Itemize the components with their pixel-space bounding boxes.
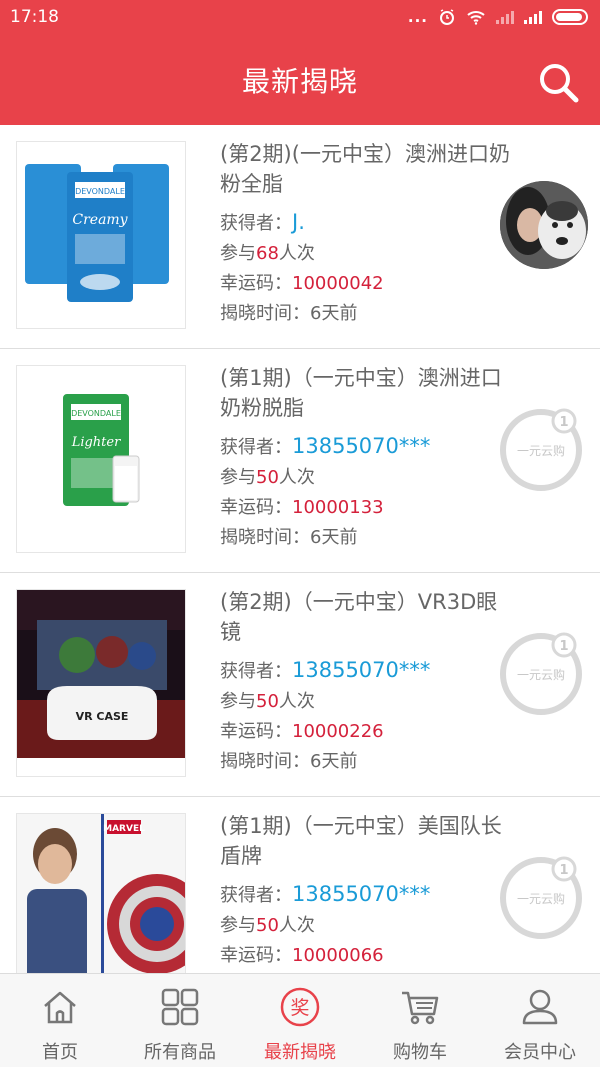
lucky-code: 10000226 bbox=[292, 721, 384, 742]
product-image[interactable]: VR CASE bbox=[16, 589, 186, 777]
svg-text:一元云购: 一元云购 bbox=[517, 891, 565, 906]
status-icons: ... bbox=[408, 8, 588, 26]
cart-icon bbox=[402, 991, 439, 1025]
winner-name[interactable]: J. bbox=[292, 210, 305, 234]
product-name-text: Lighter bbox=[71, 435, 121, 450]
participate-count: 50 bbox=[256, 691, 279, 712]
reveal-time-row: 揭晓时间：6天前 bbox=[220, 527, 358, 548]
lucky-code: 10000066 bbox=[292, 945, 384, 966]
product-brand-text: DEVONDALE bbox=[75, 187, 125, 196]
search-icon[interactable] bbox=[538, 62, 580, 104]
tab-label: 所有商品 bbox=[144, 1042, 216, 1063]
results-list: DEVONDALE Creamy (第2期)(一元中宝）澳洲进口奶粉全脂 获得者… bbox=[0, 125, 600, 973]
user-icon bbox=[522, 989, 558, 1025]
tab-member-center[interactable]: 会员中心 bbox=[480, 974, 600, 1067]
tab-label: 会员中心 bbox=[504, 1042, 576, 1063]
reveal-time-row: 揭晓时间：6天前 bbox=[220, 751, 358, 772]
tab-label: 购物车 bbox=[393, 1042, 447, 1063]
yiyuan-yungou-badge-icon: 1 一元云购 bbox=[500, 632, 582, 715]
participate-count: 50 bbox=[256, 467, 279, 488]
winner-avatar[interactable] bbox=[500, 181, 588, 269]
signal-sim2-icon bbox=[496, 10, 514, 24]
app-header: 最新揭晓 bbox=[0, 34, 600, 125]
tab-label: 最新揭晓 bbox=[264, 1042, 336, 1063]
reveal-time: 6天前 bbox=[310, 527, 358, 548]
item-title[interactable]: (第1期)（一元中宝）美国队长盾牌 bbox=[220, 811, 510, 871]
winner-row: 获得者：13855070*** bbox=[220, 434, 431, 458]
list-item[interactable]: DEVONDALE Creamy (第2期)(一元中宝）澳洲进口奶粉全脂 获得者… bbox=[0, 125, 600, 349]
product-image[interactable]: DEVONDALE Lighter bbox=[16, 365, 186, 553]
reveal-time-row: 揭晓时间：6天前 bbox=[220, 303, 358, 324]
product-brand-text: MARVEL bbox=[103, 824, 145, 834]
item-info: (第2期)(一元中宝）澳洲进口奶粉全脂 获得者：J. 参与68人次 幸运码：10… bbox=[220, 139, 510, 329]
svg-text:1: 1 bbox=[559, 415, 568, 430]
status-time: 17:18 bbox=[10, 7, 59, 27]
item-info: (第1期)（一元中宝）澳洲进口奶粉脱脂 获得者：13855070*** 参与50… bbox=[220, 363, 510, 553]
item-info: (第1期)（一元中宝）美国队长盾牌 获得者：13855070*** 参与50人次… bbox=[220, 811, 510, 971]
status-bar: 17:18 ... bbox=[0, 0, 600, 34]
svg-text:奖: 奖 bbox=[290, 997, 309, 1019]
page-title: 最新揭晓 bbox=[241, 64, 358, 98]
lucky-code-row: 幸运码：10000042 bbox=[220, 273, 384, 294]
winner-name[interactable]: 13855070*** bbox=[292, 434, 430, 458]
lucky-code-row: 幸运码：10000226 bbox=[220, 721, 384, 742]
battery-icon bbox=[552, 9, 588, 25]
winner-row: 获得者：13855070*** bbox=[220, 882, 431, 906]
winner-name[interactable]: 13855070*** bbox=[292, 882, 430, 906]
tab-latest-reveal[interactable]: 奖 最新揭晓 bbox=[240, 974, 360, 1067]
svg-text:1: 1 bbox=[559, 639, 568, 654]
item-title[interactable]: (第2期)(一元中宝）澳洲进口奶粉全脂 bbox=[220, 139, 510, 199]
tab-cart[interactable]: 购物车 bbox=[360, 974, 480, 1067]
grid-icon bbox=[161, 988, 199, 1026]
item-title[interactable]: (第2期)（一元中宝）VR3D眼镜 bbox=[220, 587, 510, 647]
tab-home[interactable]: 首页 bbox=[0, 974, 120, 1067]
lucky-code-row: 幸运码：10000133 bbox=[220, 497, 384, 518]
svg-text:一元云购: 一元云购 bbox=[517, 443, 565, 458]
yiyuan-yungou-badge-icon: 1 一元云购 bbox=[500, 856, 582, 939]
winner-row: 获得者：J. bbox=[220, 210, 305, 234]
tab-all-products[interactable]: 所有商品 bbox=[120, 974, 240, 1067]
lucky-code-row: 幸运码：10000066 bbox=[220, 945, 384, 966]
lucky-code: 10000042 bbox=[292, 273, 384, 294]
product-name-text: VR CASE bbox=[76, 710, 129, 723]
svg-text:一元云购: 一元云购 bbox=[517, 667, 565, 682]
winner-name[interactable]: 13855070*** bbox=[292, 658, 430, 682]
list-item[interactable]: VR CASE (第2期)（一元中宝）VR3D眼镜 获得者：13855070**… bbox=[0, 573, 600, 797]
list-item[interactable]: DEVONDALE Lighter (第1期)（一元中宝）澳洲进口奶粉脱脂 获得… bbox=[0, 349, 600, 573]
signal-icon bbox=[524, 10, 542, 24]
product-brand-text: DEVONDALE bbox=[71, 409, 121, 418]
tab-label: 首页 bbox=[42, 1042, 78, 1063]
prize-icon: 奖 bbox=[280, 987, 320, 1027]
participate-row: 参与50人次 bbox=[220, 691, 315, 712]
participate-row: 参与68人次 bbox=[220, 243, 315, 264]
home-icon bbox=[44, 991, 76, 1024]
item-title[interactable]: (第1期)（一元中宝）澳洲进口奶粉脱脂 bbox=[220, 363, 510, 423]
wifi-icon bbox=[467, 11, 485, 25]
lucky-code: 10000133 bbox=[292, 497, 384, 518]
product-image[interactable]: DEVONDALE Creamy bbox=[16, 141, 186, 329]
product-name-text: Creamy bbox=[72, 212, 128, 228]
participate-count: 50 bbox=[256, 915, 279, 936]
list-item[interactable]: MARVEL (第1期)（一元中宝）美国队长盾牌 获得者：13855070***… bbox=[0, 797, 600, 973]
bottom-tab-bar: 首页 所有商品 奖 最新揭晓 购物车 会员中心 bbox=[0, 973, 600, 1067]
alarm-icon bbox=[440, 9, 454, 25]
yiyuan-yungou-badge-icon: 1 一元云购 bbox=[500, 408, 582, 491]
svg-text:1: 1 bbox=[559, 863, 568, 878]
winner-row: 获得者：13855070*** bbox=[220, 658, 431, 682]
participate-count: 68 bbox=[256, 243, 279, 264]
reveal-time: 6天前 bbox=[310, 751, 358, 772]
reveal-time: 6天前 bbox=[310, 303, 358, 324]
participate-row: 参与50人次 bbox=[220, 467, 315, 488]
participate-row: 参与50人次 bbox=[220, 915, 315, 936]
more-dots-icon: ... bbox=[407, 8, 428, 26]
item-info: (第2期)（一元中宝）VR3D眼镜 获得者：13855070*** 参与50人次… bbox=[220, 587, 510, 777]
product-image[interactable]: MARVEL bbox=[16, 813, 186, 973]
